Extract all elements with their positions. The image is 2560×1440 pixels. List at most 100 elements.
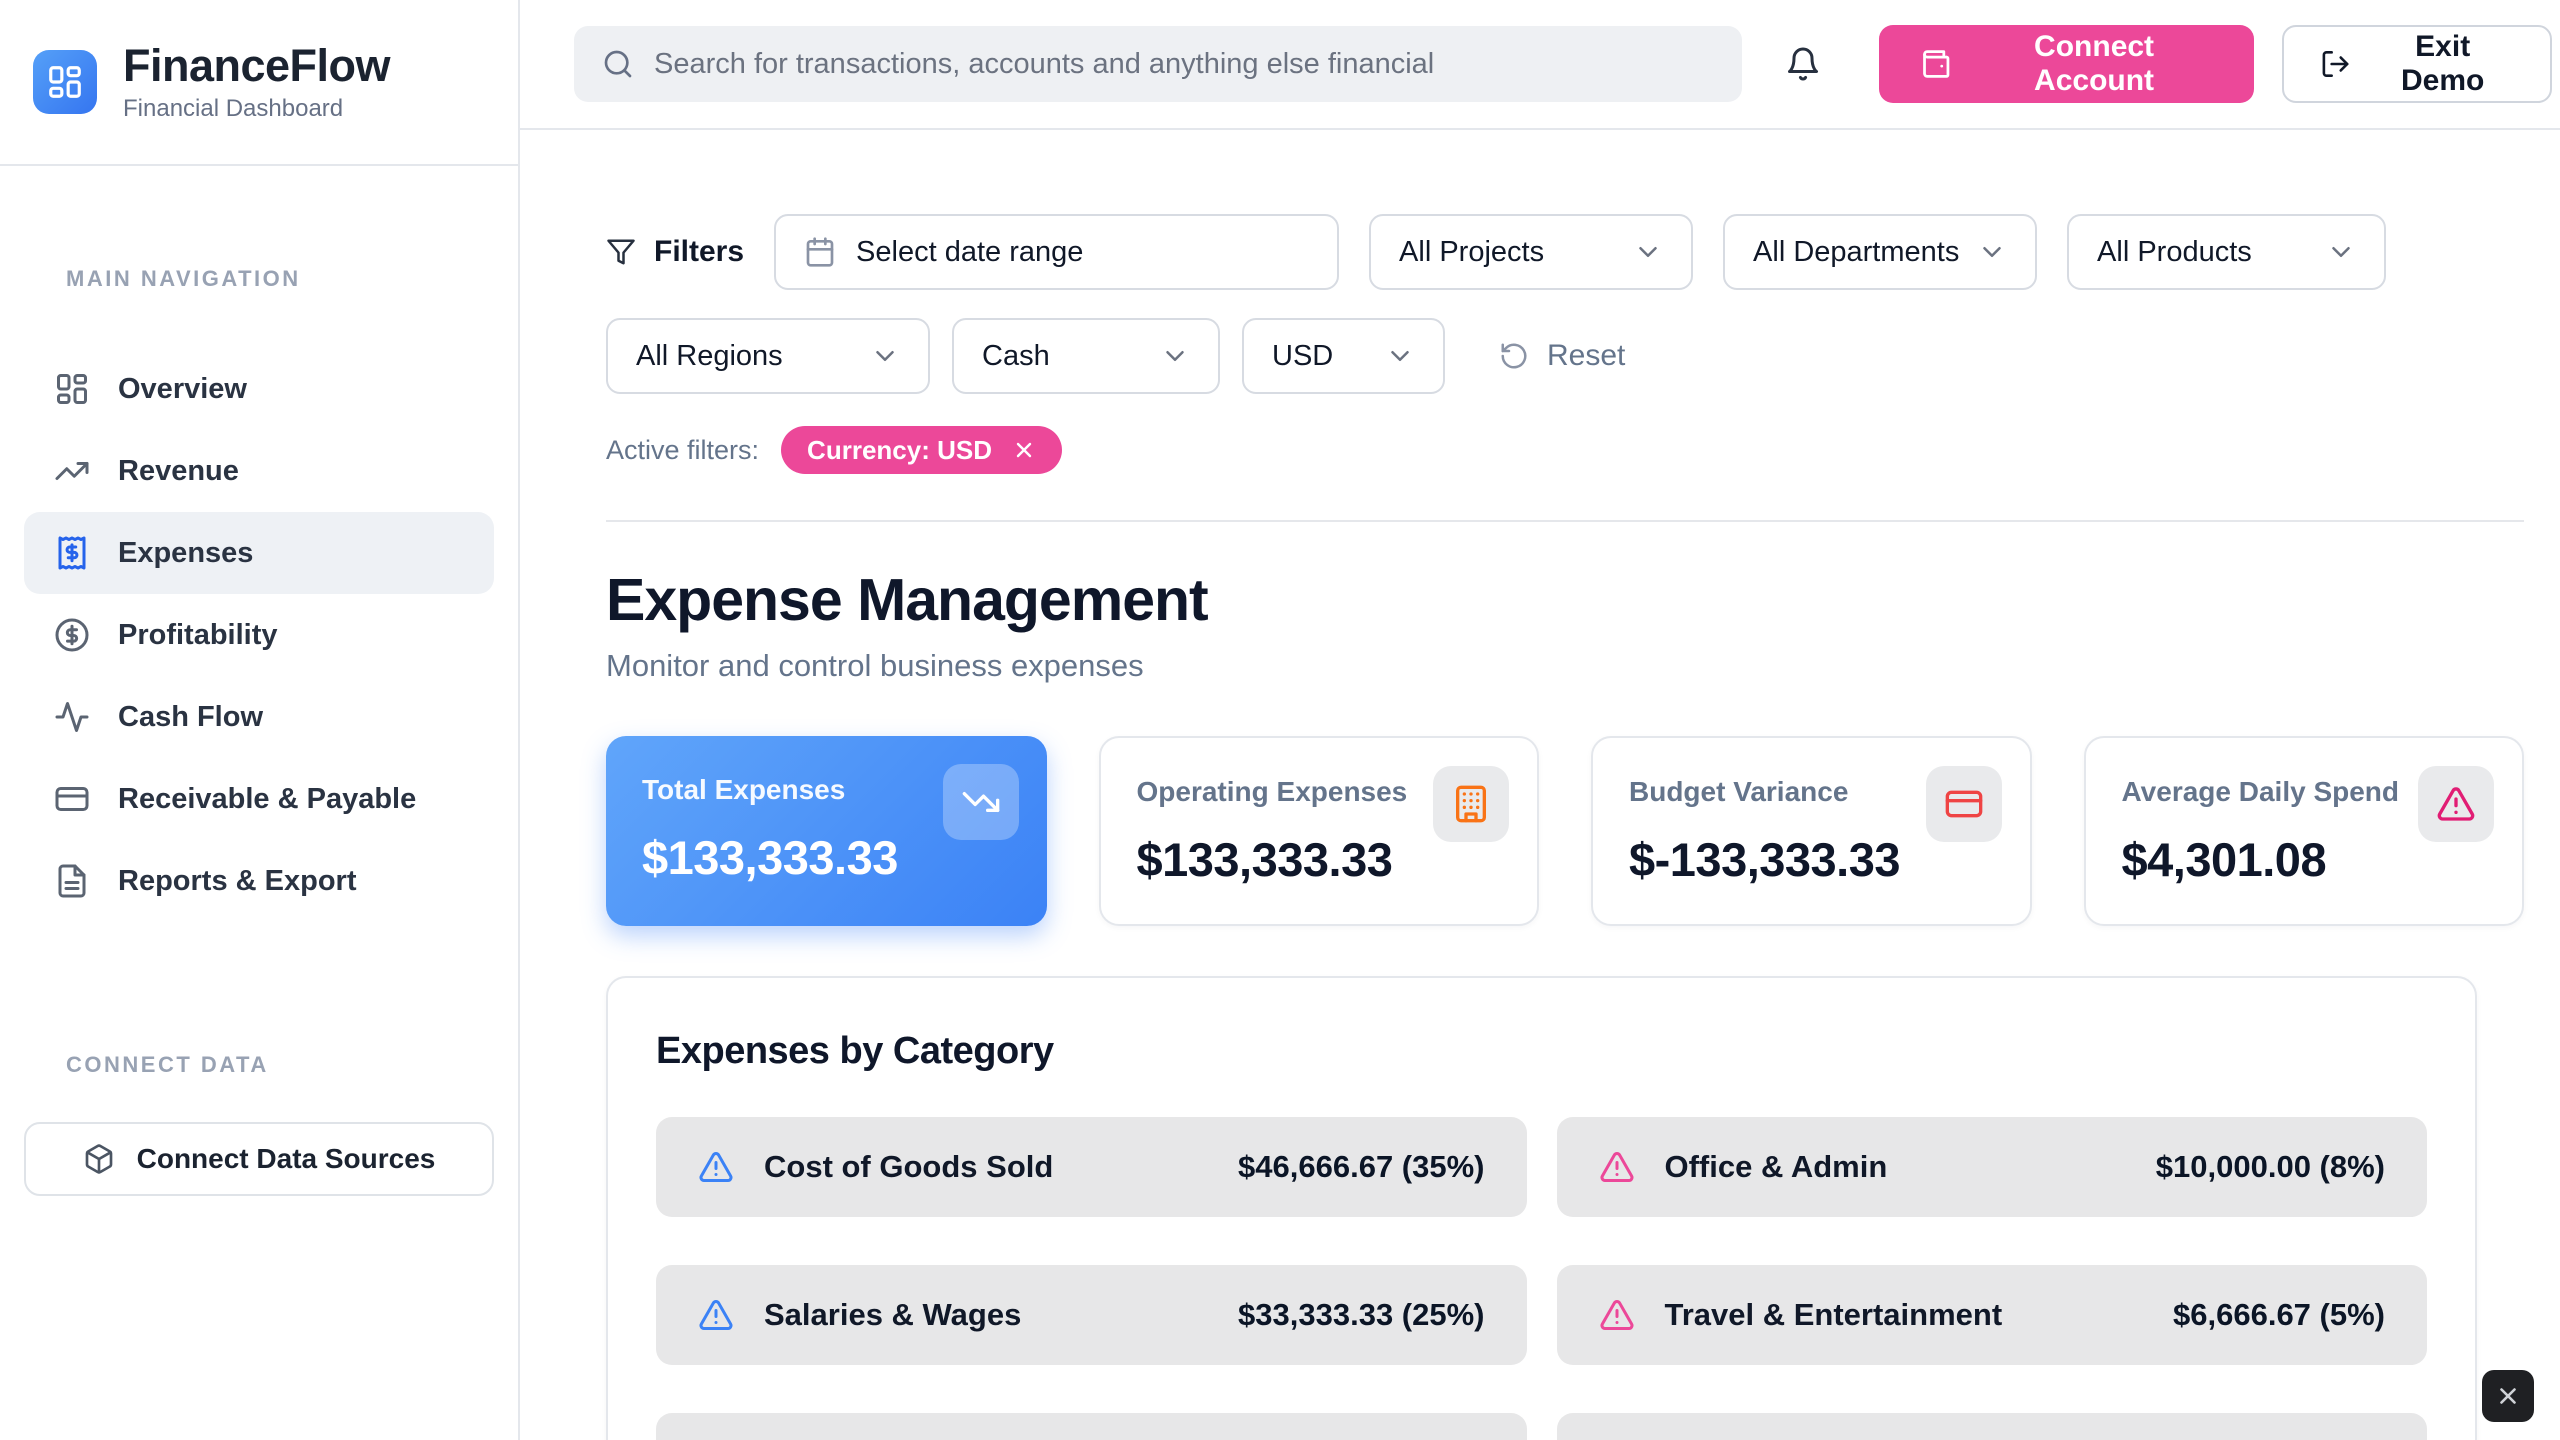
trending-up-icon xyxy=(54,453,90,489)
exit-demo-button[interactable]: Exit Demo xyxy=(2282,25,2552,103)
sidebar-item-expenses[interactable]: Expenses xyxy=(24,512,494,594)
x-icon xyxy=(2495,1383,2521,1409)
stat-icon-badge xyxy=(1926,766,2002,842)
sidebar-item-label: Revenue xyxy=(118,455,239,488)
stat-icon-badge xyxy=(2418,766,2494,842)
payment-type-select-value: Cash xyxy=(982,340,1050,373)
funnel-icon xyxy=(606,237,636,267)
section-divider xyxy=(606,520,2524,522)
dashboard-grid-icon xyxy=(46,63,84,101)
main-navigation: MAIN NAVIGATION Overview Revenue Expense… xyxy=(0,166,518,922)
activity-icon xyxy=(54,699,90,735)
main-area: Connect Account Exit Demo Filters Select… xyxy=(520,0,2560,1440)
notifications-button[interactable] xyxy=(1776,36,1831,92)
alert-triangle-icon xyxy=(1599,1297,1635,1333)
page-title: Expense Management xyxy=(606,566,2524,634)
sidebar-item-profitability[interactable]: Profitability xyxy=(24,594,494,676)
regions-select-value: All Regions xyxy=(636,340,783,373)
reset-filters-button[interactable]: Reset xyxy=(1499,339,1625,373)
sidebar-item-cash-flow[interactable]: Cash Flow xyxy=(24,676,494,758)
stat-card-operating-expenses: Operating Expenses $133,333.33 xyxy=(1099,736,1540,926)
credit-card-icon xyxy=(54,781,90,817)
stat-cards-row: Total Expenses $133,333.33 Operating Exp… xyxy=(606,736,2524,926)
currency-select[interactable]: USD xyxy=(1242,318,1445,394)
app-title: FinanceFlow xyxy=(123,41,390,91)
alert-triangle-icon xyxy=(2436,784,2476,824)
brand: FinanceFlow Financial Dashboard xyxy=(0,0,518,166)
receipt-icon xyxy=(54,535,90,571)
reset-label: Reset xyxy=(1547,339,1625,373)
projects-select[interactable]: All Projects xyxy=(1369,214,1693,290)
sidebar: FinanceFlow Financial Dashboard MAIN NAV… xyxy=(0,0,520,1440)
sidebar-item-label: Expenses xyxy=(118,537,253,570)
dashboard-icon xyxy=(54,371,90,407)
regions-select[interactable]: All Regions xyxy=(606,318,930,394)
category-name: Cost of Goods Sold xyxy=(764,1149,1053,1185)
log-out-icon xyxy=(2320,48,2351,80)
category-value: $10,000.00 (8%) xyxy=(2156,1149,2385,1185)
nav-heading: MAIN NAVIGATION xyxy=(24,266,494,292)
sidebar-item-label: Receivable & Payable xyxy=(118,783,416,816)
connect-data-section: CONNECT DATA Connect Data Sources xyxy=(0,1052,518,1196)
products-select-value: All Products xyxy=(2097,236,2252,269)
category-row-office-admin: Office & Admin $10,000.00 (8%) xyxy=(1557,1117,2428,1217)
departments-select-value: All Departments xyxy=(1753,236,1959,269)
sidebar-item-label: Reports & Export xyxy=(118,865,356,898)
search-bar[interactable] xyxy=(574,26,1742,102)
search-icon xyxy=(602,48,634,80)
rotate-ccw-icon xyxy=(1499,341,1529,371)
file-text-icon xyxy=(54,863,90,899)
dollar-circle-icon xyxy=(54,617,90,653)
products-select[interactable]: All Products xyxy=(2067,214,2386,290)
category-row-professional-services: Professional Services $3,333.33 (3%) xyxy=(1557,1413,2428,1440)
top-bar: Connect Account Exit Demo xyxy=(520,0,2560,130)
brand-text: FinanceFlow Financial Dashboard xyxy=(123,41,390,123)
sidebar-item-receivable-payable[interactable]: Receivable & Payable xyxy=(24,758,494,840)
stat-card-average-daily-spend: Average Daily Spend $4,301.08 xyxy=(2084,736,2525,926)
active-filter-chip[interactable]: Currency: USD xyxy=(781,426,1062,474)
category-row-marketing: Marketing $20,000.00 (15%) xyxy=(656,1413,1527,1440)
search-input[interactable] xyxy=(654,48,1714,81)
page-content: Filters Select date range All Projects A… xyxy=(520,130,2560,1440)
projects-select-value: All Projects xyxy=(1399,236,1544,269)
app-tagline: Financial Dashboard xyxy=(123,95,390,123)
chevron-down-icon xyxy=(1977,237,2007,267)
alert-triangle-icon xyxy=(698,1297,734,1333)
connect-data-sources-button[interactable]: Connect Data Sources xyxy=(24,1122,494,1196)
chevron-down-icon xyxy=(2326,237,2356,267)
connect-data-heading: CONNECT DATA xyxy=(24,1052,494,1078)
stat-card-budget-variance: Budget Variance $-133,333.33 xyxy=(1591,736,2032,926)
sidebar-item-reports-export[interactable]: Reports & Export xyxy=(24,840,494,922)
currency-select-value: USD xyxy=(1272,340,1333,373)
category-section-title: Expenses by Category xyxy=(656,1030,2427,1073)
category-row-cost-of-goods-sold: Cost of Goods Sold $46,666.67 (35%) xyxy=(656,1117,1527,1217)
departments-select[interactable]: All Departments xyxy=(1723,214,2037,290)
sidebar-item-label: Overview xyxy=(118,373,247,406)
filters-label: Filters xyxy=(606,235,744,269)
exit-demo-label: Exit Demo xyxy=(2371,30,2514,98)
trending-down-icon xyxy=(961,782,1001,822)
alert-triangle-icon xyxy=(1599,1149,1635,1185)
close-button[interactable] xyxy=(2482,1370,2534,1422)
stat-icon-badge xyxy=(943,764,1019,840)
expenses-by-category-card: Expenses by Category Cost of Goods Sold … xyxy=(606,976,2477,1440)
chevron-down-icon xyxy=(1160,341,1190,371)
bell-icon xyxy=(1785,46,1821,82)
category-grid: Cost of Goods Sold $46,666.67 (35%) Offi… xyxy=(656,1117,2427,1440)
sidebar-item-revenue[interactable]: Revenue xyxy=(24,430,494,512)
remove-filter-button[interactable] xyxy=(1012,438,1036,462)
date-range-input[interactable]: Select date range xyxy=(774,214,1339,290)
wallet-icon xyxy=(1919,47,1952,81)
stat-card-total-expenses: Total Expenses $133,333.33 xyxy=(606,736,1047,926)
x-icon xyxy=(1012,438,1036,462)
category-value: $33,333.33 (25%) xyxy=(1238,1297,1484,1333)
stat-icon-badge xyxy=(1433,766,1509,842)
connect-account-button[interactable]: Connect Account xyxy=(1879,25,2255,103)
sidebar-item-overview[interactable]: Overview xyxy=(24,348,494,430)
category-value: $6,666.67 (5%) xyxy=(2173,1297,2385,1333)
payment-type-select[interactable]: Cash xyxy=(952,318,1220,394)
filters-row-2: All Regions Cash USD Reset xyxy=(606,318,2524,394)
app-root: FinanceFlow Financial Dashboard MAIN NAV… xyxy=(0,0,2560,1440)
filters-label-text: Filters xyxy=(654,235,744,269)
sidebar-item-label: Profitability xyxy=(118,619,278,652)
